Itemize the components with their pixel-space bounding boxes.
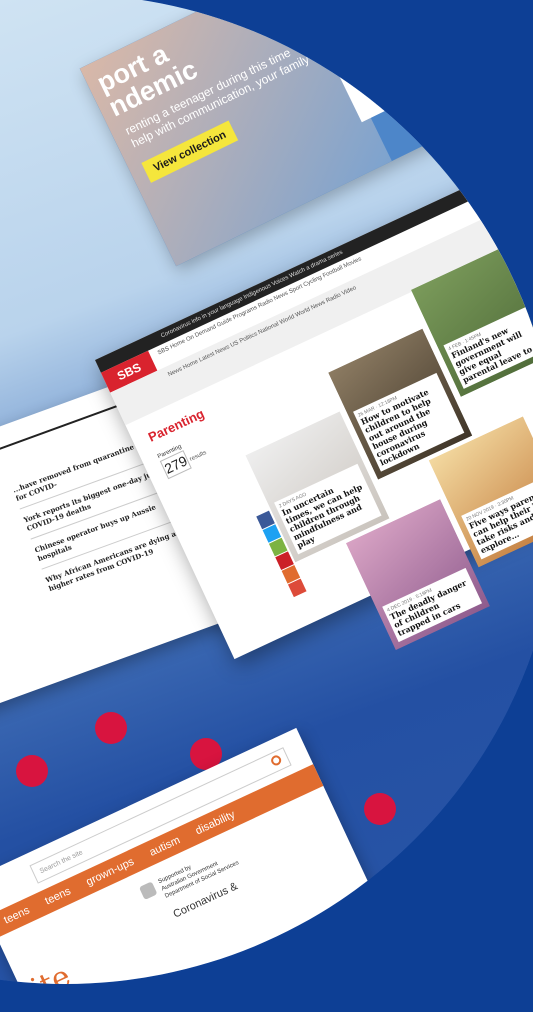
- decorative-dot: [364, 793, 396, 825]
- brand-swoosh: [488, 0, 533, 44]
- site-logo-text[interactable]: ite: [26, 959, 77, 984]
- nav-item-autism[interactable]: autism: [145, 829, 185, 864]
- nav-item-disability[interactable]: disability: [191, 803, 239, 843]
- government-crest-icon: [138, 881, 158, 900]
- page-title: Parenting: [145, 405, 207, 445]
- search-placeholder: Search the site: [38, 849, 85, 876]
- nav-item-teens[interactable]: teens: [41, 880, 76, 913]
- search-icon[interactable]: [269, 753, 283, 768]
- collage-circle: port a ndemic renting a teenager during …: [0, 0, 533, 984]
- nav-item-teens[interactable]: teens: [0, 899, 34, 932]
- decorative-dot: [95, 712, 127, 744]
- promo-graphic: port a ndemic renting a teenager during …: [0, 0, 533, 1012]
- decorative-dot: [16, 755, 48, 787]
- brand-text: Suppo: [366, 23, 466, 94]
- results-label: results: [188, 449, 208, 463]
